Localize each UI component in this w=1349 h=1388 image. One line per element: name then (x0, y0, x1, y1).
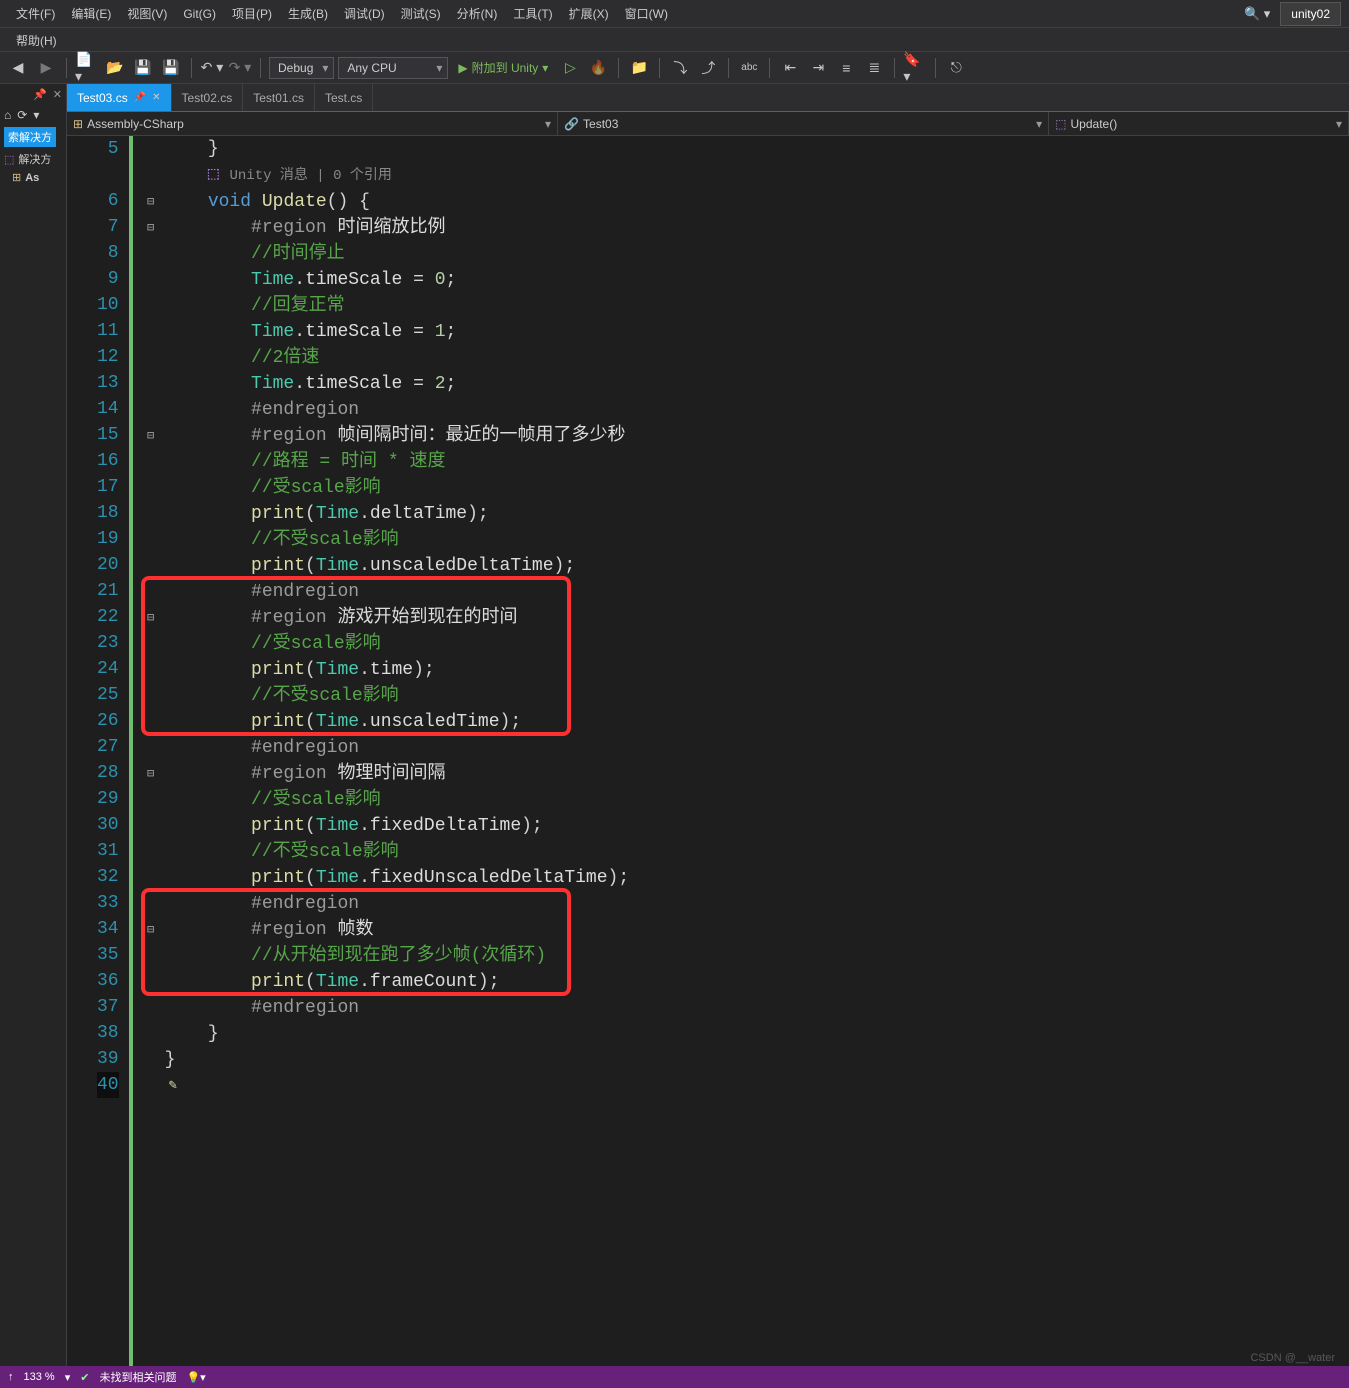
nav-back-icon[interactable]: ◀ (6, 56, 30, 80)
menu-window[interactable]: 窗口(W) (617, 1, 676, 26)
step-over-icon[interactable]: ⤵ (668, 56, 692, 80)
nav-member[interactable]: ⬚Update() (1049, 112, 1349, 135)
uncomment-icon[interactable]: ≣ (862, 56, 886, 80)
hot-reload-icon[interactable]: 🔥 (586, 56, 610, 80)
step-into-icon[interactable]: ⤴ (696, 56, 720, 80)
open-folder-icon[interactable]: 📂 (103, 56, 127, 80)
lightbulb-icon[interactable]: 💡▾ (186, 1371, 205, 1384)
menu-tools[interactable]: 工具(T) (505, 1, 560, 26)
nav-class[interactable]: 🔗Test03 (558, 112, 1049, 135)
dropdown-icon[interactable]: ▾ (33, 108, 39, 122)
pin-icon[interactable]: 📌 (134, 92, 146, 103)
project-node[interactable]: ⊞As (0, 169, 66, 186)
menu-view[interactable]: 视图(V) (119, 1, 175, 26)
menubar: 文件(F) 编辑(E) 视图(V) Git(G) 项目(P) 生成(B) 调试(… (0, 0, 1349, 28)
toolbar: ◀ ▶ 📄▾ 📂 💾 💾 ↶ ▾ ↷ ▾ Debug Any CPU ▶附加到 … (0, 52, 1349, 84)
share-icon[interactable]: ⎋ (944, 56, 968, 80)
menu-help[interactable]: 帮助(H) (8, 28, 65, 51)
tab-test01[interactable]: Test01.cs (243, 84, 315, 111)
open-in-explorer-icon[interactable]: 📁 (627, 56, 651, 80)
fold-gutter[interactable] (141, 136, 161, 1366)
menu-analyze[interactable]: 分析(N) (449, 1, 506, 26)
menu-edit[interactable]: 编辑(E) (63, 1, 119, 26)
search-solution-input[interactable]: 索解决方 (4, 127, 56, 147)
tab-label: Test03.cs (77, 91, 128, 105)
menu-test[interactable]: 测试(S) (393, 1, 449, 26)
tab-label: Test02.cs (182, 91, 233, 105)
tab-test03[interactable]: Test03.cs 📌 ✕ (67, 84, 172, 111)
statusbar: ↑ 133 % ▾ ✔ 未找到相关问题 💡▾ (0, 1366, 1349, 1388)
nav-project[interactable]: ⊞Assembly-CSharp (67, 112, 558, 135)
solution-explorer: 📌 ✕ ⌂ ⟳ ▾ 索解决方 ⬚解决方 ⊞As (0, 84, 67, 1366)
line-number-gutter: 5 67891011121314151617181920212223242526… (67, 136, 129, 1366)
save-icon[interactable]: 💾 (131, 56, 155, 80)
platform-combo[interactable]: Any CPU (338, 57, 448, 79)
tabstrip: Test03.cs 📌 ✕ Test02.cs Test01.cs Test.c… (67, 84, 1349, 112)
csharp-icon: ⊞ (73, 117, 83, 131)
run-noDebug-icon[interactable]: ▷ (558, 56, 582, 80)
menu-file[interactable]: 文件(F) (8, 1, 63, 26)
indent-left-icon[interactable]: ⇤ (778, 56, 802, 80)
indent-right-icon[interactable]: ⇥ (806, 56, 830, 80)
close-icon[interactable]: ✕ (152, 92, 160, 103)
csharp-project-icon: ⊞ (12, 171, 21, 184)
search-icon[interactable]: 🔍 ▾ (1234, 6, 1280, 22)
nav-bar: ⊞Assembly-CSharp 🔗Test03 ⬚Update() (67, 112, 1349, 136)
new-project-icon[interactable]: 📄▾ (75, 56, 99, 80)
menu-project[interactable]: 项目(P) (224, 1, 280, 26)
zoom-level[interactable]: 133 % (24, 1371, 55, 1383)
no-issues-icon: ✔ (80, 1371, 89, 1384)
code-editor[interactable]: 5 67891011121314151617181920212223242526… (67, 136, 1349, 1366)
arrow-up-icon[interactable]: ↑ (8, 1371, 14, 1383)
method-icon: ⬚ (1055, 117, 1066, 131)
tab-label: Test.cs (325, 91, 362, 105)
run-label: 附加到 Unity (472, 59, 539, 76)
menu-build[interactable]: 生成(B) (280, 1, 336, 26)
tab-label: Test01.cs (253, 91, 304, 105)
undo-icon[interactable]: ↶ ▾ (200, 56, 224, 80)
abc-icon[interactable]: abc (737, 56, 761, 80)
nav-forward-icon[interactable]: ▶ (34, 56, 58, 80)
solution-node[interactable]: ⬚解决方 (0, 149, 66, 169)
class-icon: 🔗 (564, 117, 579, 131)
menu-debug[interactable]: 调试(D) (336, 1, 393, 26)
change-marker (129, 136, 141, 1366)
menu-extensions[interactable]: 扩展(X) (561, 1, 617, 26)
redo-icon[interactable]: ↷ ▾ (228, 56, 252, 80)
tab-test[interactable]: Test.cs (315, 84, 373, 111)
config-combo[interactable]: Debug (269, 57, 334, 79)
save-all-icon[interactable]: 💾 (159, 56, 183, 80)
tab-test02[interactable]: Test02.cs (172, 84, 244, 111)
comment-icon[interactable]: ≡ (834, 56, 858, 80)
code-content[interactable]: } ⬚ Unity 消息 | 0 个引用 void Update() { #re… (161, 136, 1349, 1366)
menubar-row2: 帮助(H) (0, 28, 1349, 52)
close-panel-icon[interactable]: ✕ (53, 88, 62, 101)
menu-git[interactable]: Git(G) (175, 3, 224, 25)
refresh-icon[interactable]: ⟳ (17, 108, 27, 122)
user-account[interactable]: unity02 (1280, 2, 1341, 26)
solution-icon: ⬚ (4, 153, 14, 166)
bookmark-icon[interactable]: 🔖▾ (903, 56, 927, 80)
home-icon[interactable]: ⌂ (4, 108, 11, 122)
issues-label[interactable]: 未找到相关问题 (99, 1369, 176, 1385)
pin-icon[interactable]: 📌 (33, 88, 47, 101)
run-button[interactable]: ▶附加到 Unity ▾ (452, 57, 554, 78)
